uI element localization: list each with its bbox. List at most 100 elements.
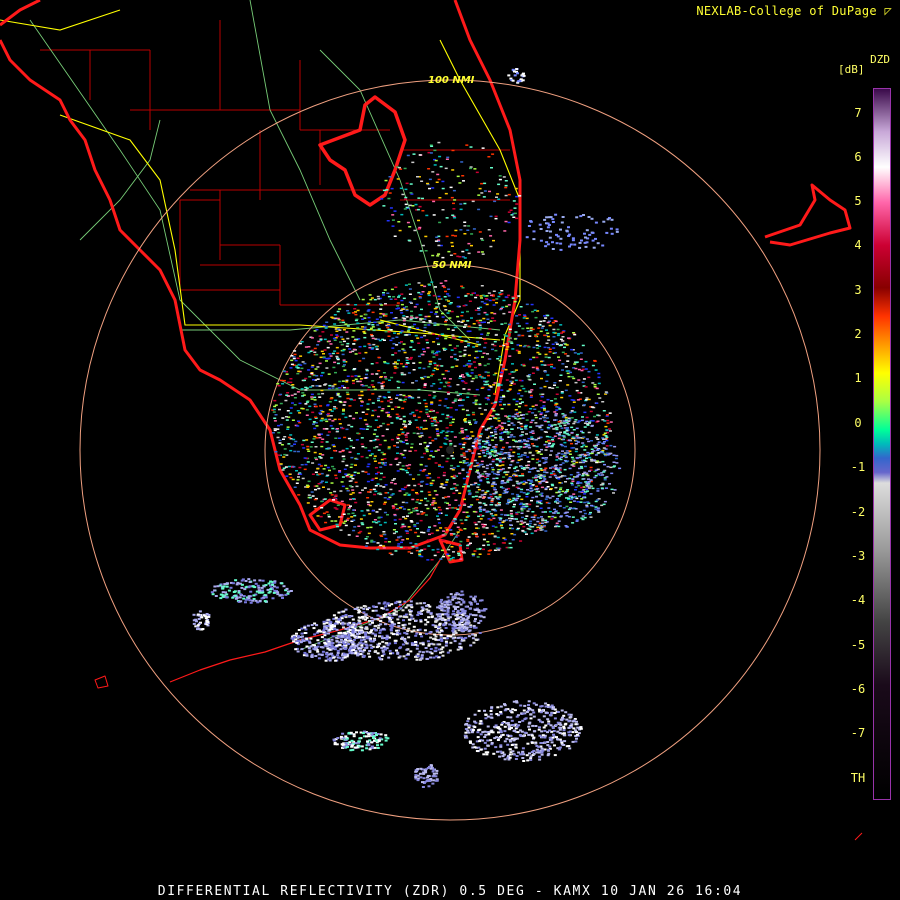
echo-pixel	[519, 455, 523, 458]
echo-pixel	[513, 709, 517, 712]
echo-pixel	[462, 452, 466, 454]
echo-pixel	[583, 516, 587, 519]
echo-pixel	[419, 293, 423, 295]
echo-pixel	[271, 597, 275, 600]
echo-pixel	[346, 310, 350, 312]
echo-pixel	[511, 493, 515, 495]
echo-pixel	[456, 465, 460, 467]
echo-pixel	[347, 508, 351, 511]
echo-pixel	[447, 555, 451, 557]
echo-pixel	[571, 458, 575, 460]
echo-pixel	[543, 443, 547, 446]
echo-pixel	[273, 399, 277, 402]
echo-pixel	[415, 492, 418, 494]
echo-pixel	[318, 335, 322, 337]
echo-pixel	[473, 620, 477, 623]
echo-pixel	[521, 417, 525, 419]
echo-pixel	[503, 471, 507, 474]
echo-pixel	[517, 447, 521, 450]
echo-pixel	[511, 539, 515, 541]
echo-pixel	[321, 372, 325, 374]
echo-pixel	[525, 464, 529, 467]
echo-pixel	[521, 473, 524, 475]
echo-pixel	[462, 477, 466, 480]
echo-pixel	[445, 481, 449, 483]
echo-pixel	[336, 362, 340, 365]
echo-pixel	[441, 539, 445, 541]
echo-pixel	[354, 501, 358, 504]
echo-pixel	[433, 324, 437, 326]
echo-pixel	[528, 379, 532, 381]
echo-pixel	[510, 428, 514, 430]
echo-pixel	[458, 492, 462, 494]
echo-pixel	[538, 417, 542, 420]
echo-pixel	[356, 380, 360, 383]
echo-pixel	[447, 619, 451, 622]
echo-pixel	[442, 487, 446, 489]
echo-pixel	[374, 477, 378, 479]
echo-pixel	[329, 492, 333, 494]
echo-pixel	[487, 427, 490, 430]
echo-pixel	[588, 481, 591, 483]
echo-pixel	[461, 469, 465, 471]
echo-pixel	[462, 355, 466, 357]
echo-pixel	[553, 384, 556, 386]
echo-pixel	[296, 391, 300, 393]
echo-pixel	[534, 725, 538, 727]
echo-pixel	[405, 642, 409, 645]
echo-pixel	[398, 655, 402, 658]
echo-pixel	[544, 467, 548, 469]
echo-pixel	[482, 544, 486, 547]
echo-pixel	[570, 431, 574, 434]
echo-pixel	[601, 474, 605, 476]
echo-pixel	[332, 445, 336, 448]
echo-pixel	[401, 431, 405, 434]
echo-pixel	[494, 451, 498, 453]
echo-pixel	[350, 456, 354, 459]
echo-pixel	[547, 507, 551, 509]
echo-pixel	[530, 734, 534, 737]
echo-pixel	[433, 419, 436, 422]
echo-pixel	[530, 532, 534, 535]
echo-pixel	[344, 608, 348, 611]
echo-pixel	[357, 636, 361, 638]
echo-pixel	[316, 515, 320, 517]
echo-pixel	[415, 647, 419, 650]
echo-pixel	[517, 495, 521, 498]
echo-pixel	[225, 585, 229, 588]
echo-pixel	[544, 317, 548, 319]
echo-pixel	[369, 637, 373, 640]
echo-pixel	[395, 649, 398, 652]
echo-pixel	[305, 414, 309, 416]
echo-pixel	[486, 490, 490, 492]
echo-pixel	[572, 332, 576, 334]
echo-pixel	[575, 461, 579, 464]
echo-pixel	[478, 632, 482, 634]
echo-pixel	[396, 417, 400, 420]
echo-pixel	[563, 468, 567, 471]
echo-pixel	[304, 628, 308, 631]
echo-pixel	[396, 394, 399, 396]
echo-pixel	[219, 593, 223, 596]
echo-pixel	[502, 446, 505, 449]
echo-pixel	[382, 453, 386, 456]
echo-pixel	[473, 459, 477, 462]
echo-pixel	[403, 449, 407, 452]
echo-pixel	[499, 436, 503, 438]
echo-pixel	[304, 389, 308, 391]
echo-pixel	[481, 356, 484, 358]
echo-pixel	[402, 343, 406, 345]
echo-pixel	[395, 336, 399, 338]
echo-pixel	[538, 464, 542, 466]
echo-pixel	[418, 428, 421, 430]
echo-pixel	[334, 520, 338, 522]
echo-pixel	[360, 455, 364, 458]
echo-pixel	[402, 315, 406, 317]
echo-pixel	[423, 334, 427, 337]
echo-pixel	[435, 494, 439, 496]
echo-pixel	[333, 490, 337, 493]
echo-pixel	[588, 456, 592, 459]
echo-pixel	[482, 466, 486, 468]
echo-pixel	[596, 420, 600, 422]
echo-pixel	[531, 443, 534, 445]
